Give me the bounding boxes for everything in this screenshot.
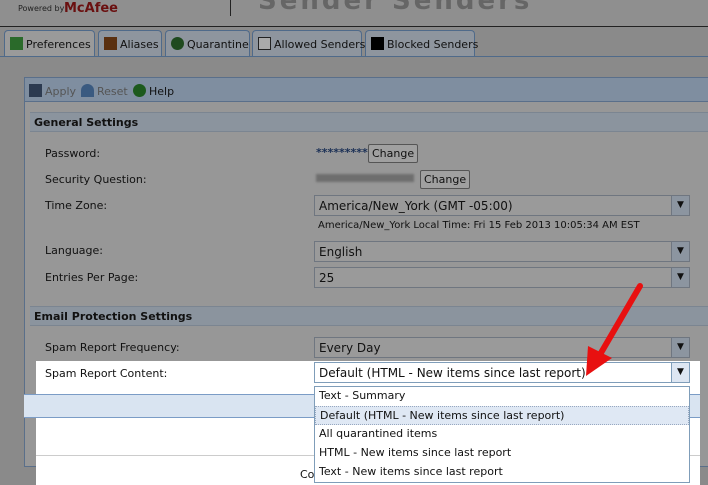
tab-label: Preferences — [26, 38, 91, 51]
toolbar: Apply Reset Help — [24, 77, 708, 102]
general-settings-header: General Settings — [30, 112, 708, 132]
preferences-icon — [10, 37, 23, 50]
virus-icon — [171, 37, 184, 50]
blocked-icon — [371, 37, 384, 50]
timezone-value: America/New_York (GMT -05:00) — [319, 199, 513, 213]
powered-by: Powered by — [18, 4, 65, 13]
local-time: America/New_York Local Time: Fri 15 Feb … — [318, 220, 640, 231]
red-arrow-annotation — [586, 283, 643, 376]
help-button[interactable]: Help — [133, 84, 174, 98]
dropdown-option[interactable]: All quarantined items — [315, 425, 689, 444]
chevron-down-icon: ▼ — [671, 268, 689, 287]
tab-label: Quarantine — [187, 38, 249, 51]
apply-label: Apply — [45, 85, 77, 98]
footer-text: Co — [300, 468, 315, 481]
password-label: Password: — [45, 147, 101, 160]
reset-label: Reset — [97, 85, 128, 98]
language-label: Language: — [45, 244, 103, 257]
frequency-value: Every Day — [319, 341, 381, 355]
divider — [230, 0, 231, 16]
security-question-value-redacted — [316, 174, 414, 182]
help-label: Help — [149, 85, 175, 98]
tab-label: Blocked Senders — [387, 38, 479, 51]
allowed-icon — [258, 37, 271, 50]
tab-label: Aliases — [120, 38, 159, 51]
apply-button[interactable]: Apply — [29, 84, 76, 98]
reset-button[interactable]: Reset — [81, 84, 128, 98]
dropdown-option[interactable]: Text - Summary — [315, 387, 689, 406]
language-value: English — [319, 245, 363, 259]
frequency-label: Spam Report Frequency: — [45, 341, 180, 354]
page-title: Sender Senders — [258, 0, 533, 16]
aliases-icon — [104, 37, 117, 50]
chevron-down-icon: ▼ — [671, 196, 689, 215]
entries-label: Entries Per Page: — [45, 271, 139, 284]
tab-preferences[interactable]: Preferences — [4, 30, 95, 57]
content-label: Spam Report Content: — [45, 367, 168, 380]
save-icon — [29, 84, 42, 97]
divider — [0, 56, 708, 57]
dropdown-option[interactable]: HTML - New items since last report — [315, 444, 689, 463]
tab-quarantine[interactable]: Quarantine — [165, 30, 250, 56]
chevron-down-icon: ▼ — [671, 363, 689, 382]
chevron-down-icon: ▼ — [671, 242, 689, 261]
content-dropdown-list: Text - Summary Default (HTML - New items… — [314, 386, 690, 483]
password-value: ********* — [316, 146, 368, 159]
security-question-label: Security Question: — [45, 173, 147, 186]
content-value: Default (HTML - New items since last rep… — [319, 366, 586, 380]
change-password-button[interactable]: Change — [368, 144, 419, 163]
tab-allowed-senders[interactable]: Allowed Senders — [252, 30, 366, 56]
tab-label: Allowed Senders — [274, 38, 366, 51]
help-icon — [133, 84, 146, 97]
language-select[interactable]: English ▼ — [314, 241, 690, 262]
dropdown-option-selected[interactable]: Default (HTML - New items since last rep… — [315, 406, 689, 425]
chevron-down-icon: ▼ — [671, 338, 689, 357]
timezone-label: Time Zone: — [45, 199, 108, 212]
tab-aliases[interactable]: Aliases — [98, 30, 162, 56]
change-question-button[interactable]: Change — [420, 170, 471, 189]
dropdown-option[interactable]: Text - New items since last report — [315, 463, 689, 482]
entries-value: 25 — [319, 271, 335, 285]
timezone-select[interactable]: America/New_York (GMT -05:00) ▼ — [314, 195, 690, 216]
tab-blocked-senders[interactable]: Blocked Senders — [365, 30, 479, 56]
reset-icon — [81, 84, 94, 97]
mcafee-logo: McAfee — [64, 1, 118, 16]
